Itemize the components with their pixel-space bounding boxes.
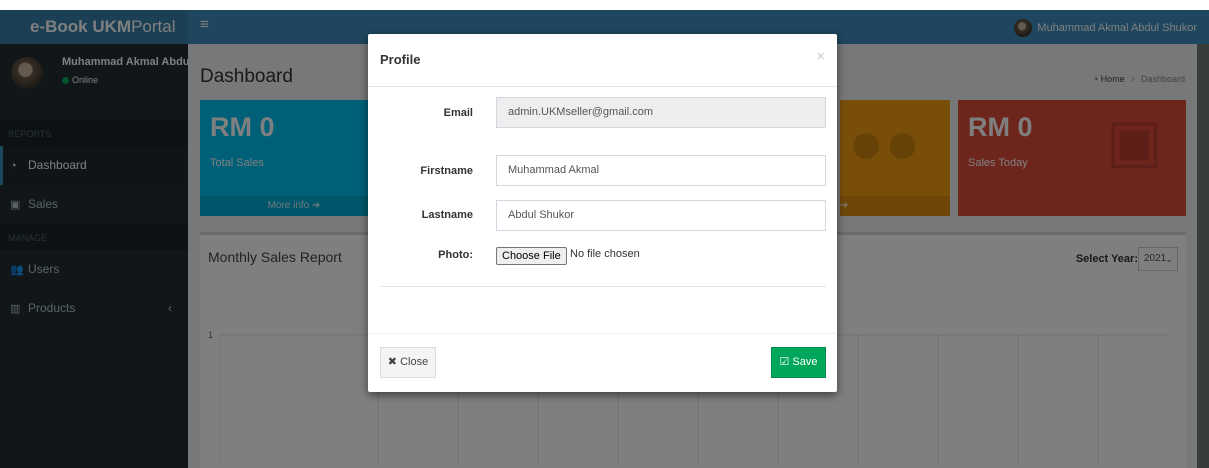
choose-file-button[interactable]: Choose File	[496, 247, 567, 265]
save-button[interactable]: ☑ Save	[771, 347, 826, 378]
close-button[interactable]: ✖ Close	[380, 347, 436, 378]
firstname-label: Firstname	[420, 165, 473, 177]
email-field[interactable]: admin.UKMseller@gmail.com	[496, 97, 826, 128]
modal-header-divider	[368, 86, 837, 87]
lastname-field[interactable]: Abdul Shukor	[496, 200, 826, 231]
email-label: Email	[443, 107, 473, 119]
profile-modal: Profile × Email admin.UKMseller@gmail.co…	[368, 34, 837, 392]
close-icon[interactable]: ×	[816, 48, 825, 65]
modal-title: Profile	[380, 52, 421, 67]
top-strip	[0, 0, 1209, 10]
file-status-text: No file chosen	[570, 248, 640, 260]
photo-label: Photo:	[438, 249, 473, 261]
firstname-field[interactable]: Muhammad Akmal	[496, 155, 826, 186]
modal-footer-divider	[368, 333, 837, 334]
lastname-label: Lastname	[421, 209, 473, 221]
form-divider	[380, 286, 826, 287]
